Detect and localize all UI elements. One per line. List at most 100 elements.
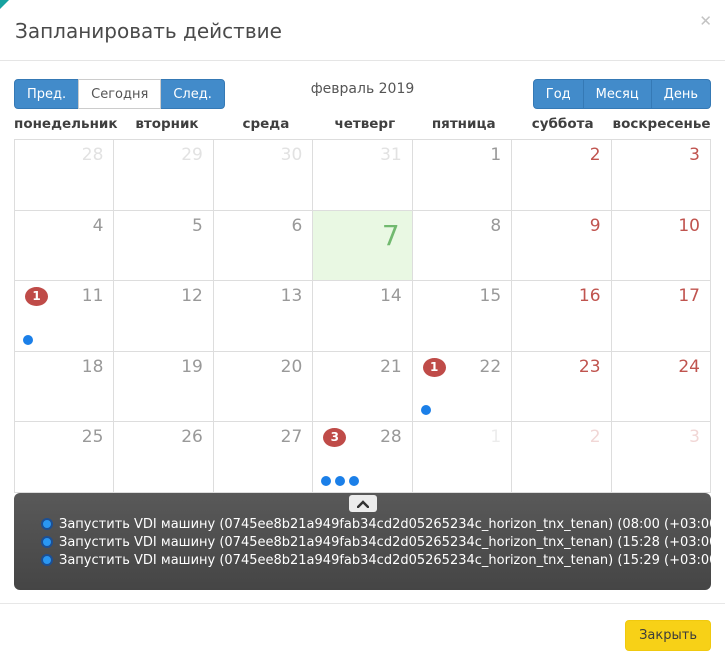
day-cell[interactable]: 5 (114, 211, 213, 282)
day-cell[interactable]: 23 (512, 352, 611, 423)
day-cell[interactable]: 20 (214, 352, 313, 423)
day-number: 14 (380, 286, 402, 306)
day-number: 8 (490, 216, 501, 236)
day-cell[interactable]: 16 (512, 281, 611, 352)
weekday-header: пятница (414, 116, 513, 132)
event-dot-icon[interactable] (349, 476, 359, 486)
day-cell[interactable]: 22 1 (413, 352, 512, 423)
day-number: 20 (281, 357, 303, 377)
event-dot-icon[interactable] (321, 476, 331, 486)
calendar-grid: 2829303112345678910111121314151617181920… (14, 139, 711, 493)
day-number: 29 (181, 145, 203, 165)
day-cell[interactable]: 3 (612, 422, 711, 493)
chevron-up-icon (357, 500, 369, 508)
day-number: 30 (281, 145, 303, 165)
day-number: 23 (579, 357, 601, 377)
day-number: 27 (281, 427, 303, 447)
today-button[interactable]: Сегодня (78, 79, 161, 109)
event-item[interactable]: Запустить VDI машину (0745ee8b21a949fab3… (41, 533, 701, 551)
day-cell[interactable]: 3 (612, 140, 711, 211)
collapse-panel-tab[interactable] (349, 495, 377, 512)
event-status-icon (41, 536, 53, 548)
event-dot-icon[interactable] (421, 405, 431, 415)
day-cell[interactable]: 10 (612, 211, 711, 282)
day-cell[interactable]: 111 (15, 281, 114, 352)
year-view-button[interactable]: Год (533, 79, 584, 109)
event-dots (321, 476, 359, 486)
day-number: 31 (380, 145, 402, 165)
day-number: 13 (281, 286, 303, 306)
day-number: 5 (192, 216, 203, 236)
day-number: 24 (678, 357, 700, 377)
day-cell[interactable]: 30 (214, 140, 313, 211)
event-label: Запустить VDI машину (0745ee8b21a949fab3… (59, 535, 725, 550)
day-cell[interactable]: 1 (413, 422, 512, 493)
day-cell[interactable]: 12 (114, 281, 213, 352)
event-item[interactable]: Запустить VDI машину (0745ee8b21a949fab3… (41, 551, 701, 569)
day-cell[interactable]: 19 (114, 352, 213, 423)
day-cell[interactable]: 15 (413, 281, 512, 352)
day-number: 25 (82, 427, 104, 447)
day-number: 15 (480, 286, 502, 306)
event-dots (23, 335, 33, 345)
day-cell[interactable]: 4 (15, 211, 114, 282)
day-cell[interactable]: 14 (313, 281, 412, 352)
day-cell[interactable]: 8 (413, 211, 512, 282)
day-cell[interactable]: 2 (512, 140, 611, 211)
weekday-header: вторник (118, 116, 217, 132)
day-cell[interactable]: 6 (214, 211, 313, 282)
day-cell[interactable]: 1 (413, 140, 512, 211)
day-number: 28 (380, 427, 402, 447)
day-cell[interactable]: 29 (114, 140, 213, 211)
day-cell[interactable]: 9 (512, 211, 611, 282)
day-number: 28 (82, 145, 104, 165)
day-cell[interactable]: 17 (612, 281, 711, 352)
day-cell[interactable]: 2 (512, 422, 611, 493)
weekday-header: суббота (513, 116, 612, 132)
event-dots (421, 405, 431, 415)
day-number: 19 (181, 357, 203, 377)
day-cell[interactable]: 31 (313, 140, 412, 211)
schedule-action-modal: Запланировать действие ✕ Пред. Сегодня С… (0, 0, 725, 662)
day-number: 2 (590, 427, 601, 447)
day-number: 22 (480, 357, 502, 377)
day-cell[interactable]: 13 (214, 281, 313, 352)
close-icon[interactable]: ✕ (699, 14, 712, 29)
day-number: 3 (689, 145, 700, 165)
event-count-badge[interactable]: 1 (423, 358, 446, 377)
event-label: Запустить VDI машину (0745ee8b21a949fab3… (59, 517, 725, 532)
day-number: 2 (590, 145, 601, 165)
month-view-button[interactable]: Месяц (583, 79, 652, 109)
day-number: 1 (490, 145, 501, 165)
day-number: 10 (678, 216, 700, 236)
events-panel: Запустить VDI машину (0745ee8b21a949fab3… (14, 493, 711, 590)
day-number: 16 (579, 286, 601, 306)
day-number: 11 (82, 286, 104, 306)
day-cell[interactable]: 24 (612, 352, 711, 423)
day-number: 18 (82, 357, 104, 377)
event-count-badge[interactable]: 1 (25, 287, 48, 306)
day-cell[interactable]: 27 (214, 422, 313, 493)
day-cell[interactable]: 21 (313, 352, 412, 423)
day-cell[interactable]: 25 (15, 422, 114, 493)
day-cell[interactable]: 28 (15, 140, 114, 211)
footer-divider (0, 603, 725, 604)
day-cell[interactable]: 7 (313, 211, 412, 282)
event-count-badge[interactable]: 3 (323, 428, 346, 447)
day-cell[interactable]: 26 (114, 422, 213, 493)
day-number: 6 (291, 216, 302, 236)
day-cell[interactable]: 18 (15, 352, 114, 423)
weekday-header-row: понедельниквторниксредачетвергпятницасуб… (14, 116, 711, 132)
day-number: 26 (181, 427, 203, 447)
day-number: 4 (93, 216, 104, 236)
day-cell[interactable]: 28 3 (313, 422, 412, 493)
event-label: Запустить VDI машину (0745ee8b21a949fab3… (59, 553, 725, 568)
event-item[interactable]: Запустить VDI машину (0745ee8b21a949fab3… (41, 515, 701, 533)
event-status-icon (41, 518, 53, 530)
modal-title: Запланировать действие (15, 19, 282, 43)
weekday-header: воскресенье (612, 116, 711, 132)
close-modal-button[interactable]: Закрыть (625, 620, 711, 651)
event-dot-icon[interactable] (23, 335, 33, 345)
event-dot-icon[interactable] (335, 476, 345, 486)
day-view-button[interactable]: День (651, 79, 711, 109)
